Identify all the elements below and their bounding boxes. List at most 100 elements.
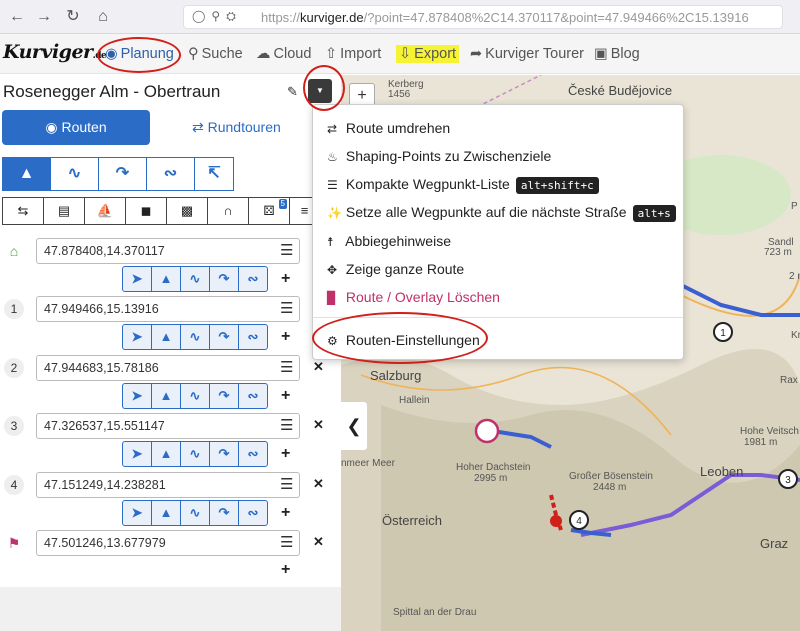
- shaping-icon[interactable]: ➤: [122, 383, 152, 409]
- curvy-1-icon[interactable]: ∿: [180, 266, 210, 292]
- waypoint-input[interactable]: 47.878408,14.370117: [36, 238, 300, 264]
- menu-item-snap-waypoints[interactable]: ✨ Setze alle Wegpunkte auf die nächste S…: [327, 204, 676, 222]
- no-entry-icon: [550, 515, 562, 527]
- route-options-dropdown-button[interactable]: ▼: [308, 79, 332, 103]
- menu-item-route-settings[interactable]: ⚙ Routen-Einstellungen: [327, 332, 480, 348]
- tunnel-icon[interactable]: ∩: [207, 197, 249, 225]
- curvy-1-icon[interactable]: ∿: [180, 441, 210, 467]
- remove-waypoint-icon[interactable]: ✕: [313, 476, 324, 492]
- car-icon[interactable]: ◼: [125, 197, 167, 225]
- nav-import[interactable]: ⇧ Import: [325, 46, 381, 62]
- add-waypoint-button[interactable]: +: [281, 270, 290, 288]
- map-label: 1456: [388, 89, 411, 100]
- dice-icon[interactable]: ⚄ 5: [248, 197, 290, 225]
- tab-rundtouren[interactable]: ⇄ Rundtouren: [192, 119, 281, 136]
- collapse-sidebar-button[interactable]: ❮: [341, 402, 367, 450]
- map-destination-marker[interactable]: [474, 418, 500, 444]
- menu-item-show-route[interactable]: ✥ Zeige ganze Route: [327, 261, 464, 277]
- remove-waypoint-icon[interactable]: ✕: [313, 417, 324, 433]
- unpaved-icon[interactable]: ▩: [166, 197, 208, 225]
- ferry-icon[interactable]: ⛵: [84, 197, 126, 225]
- fastest-route-icon[interactable]: ▲: [151, 266, 181, 292]
- menu-item-reverse-route[interactable]: ⇄ Route umdrehen: [327, 120, 450, 136]
- reload-icon[interactable]: ↻: [62, 6, 84, 28]
- curvy-2-icon[interactable]: ↷: [209, 500, 239, 526]
- add-waypoint-button[interactable]: +: [281, 387, 290, 405]
- menu-item-directions[interactable]: ☨ Abbiegehinweise: [327, 233, 451, 249]
- download-icon: ⇩: [399, 46, 412, 62]
- curvy-3-icon[interactable]: ∾: [238, 324, 268, 350]
- upload-icon: ⇧: [325, 46, 338, 62]
- curvy-2-icon[interactable]: ↷: [209, 441, 239, 467]
- url-text[interactable]: https://kurviger.de/?point=47.878408%2C1…: [261, 10, 779, 25]
- waypoint-input[interactable]: 47.501246,13.677979: [36, 530, 300, 556]
- pencil-icon[interactable]: ✎: [287, 84, 298, 100]
- map-label: Salzburg: [370, 368, 422, 383]
- nav-cloud[interactable]: ☁ Cloud: [256, 46, 311, 62]
- fastest-route-icon[interactable]: ▲: [151, 500, 181, 526]
- waypoint-input[interactable]: 47.944683,15.78186: [36, 355, 300, 381]
- add-waypoint-button[interactable]: +: [281, 445, 290, 463]
- fastest-route-icon[interactable]: ▲: [151, 441, 181, 467]
- waypoint-row: ⌂ 47.878408,14.370117 ☰: [0, 237, 341, 265]
- nav-suche[interactable]: ⚲ Suche: [188, 46, 243, 62]
- drag-handle-icon[interactable]: ☰: [280, 416, 293, 434]
- map-label: České Budějovice: [568, 83, 673, 98]
- shuffle-icon[interactable]: ⇆: [2, 197, 44, 225]
- caret-down-icon: ▼: [316, 86, 324, 95]
- fastest-route-icon[interactable]: ▲: [2, 157, 51, 191]
- shaping-icon[interactable]: ➤: [122, 266, 152, 292]
- waypoint-input[interactable]: 47.151249,14.238281: [36, 472, 300, 498]
- remove-waypoint-icon[interactable]: ✕: [313, 534, 324, 550]
- home-icon[interactable]: ⌂: [92, 6, 114, 28]
- drag-handle-icon[interactable]: ☰: [280, 299, 293, 317]
- waypoint-row: 1 47.949466,15.13916 ☰: [0, 295, 341, 323]
- route-title[interactable]: Rosenegger Alm - Obertraun: [3, 82, 220, 102]
- toll-icon[interactable]: ▤: [43, 197, 85, 225]
- drag-handle-icon[interactable]: ☰: [280, 533, 293, 551]
- nav-export[interactable]: ⇩ Export: [396, 45, 460, 63]
- nav-blog[interactable]: ▣ Blog: [594, 46, 640, 62]
- curvy-1-icon[interactable]: ∿: [50, 157, 99, 191]
- menu-item-compact-list[interactable]: ☰ Kompakte Wegpunkt-Liste alt+shift+c: [327, 176, 599, 194]
- add-waypoint-button[interactable]: +: [281, 328, 290, 346]
- drag-handle-icon[interactable]: ☰: [280, 358, 293, 376]
- map-label: 723 m: [764, 247, 792, 258]
- curvy-2-icon[interactable]: ↷: [209, 266, 239, 292]
- drag-handle-icon[interactable]: ☰: [280, 241, 293, 259]
- forward-arrow-icon[interactable]: →: [33, 6, 55, 28]
- shaping-icon[interactable]: ➤: [122, 324, 152, 350]
- curvy-4-icon[interactable]: ↸: [194, 157, 234, 191]
- menu-item-delete-route[interactable]: ▉ Route / Overlay Löschen: [327, 289, 500, 305]
- drag-handle-icon[interactable]: ☰: [280, 475, 293, 493]
- curvy-1-icon[interactable]: ∿: [180, 324, 210, 350]
- address-bar[interactable]: ◯⚲⛭ https://kurviger.de/?point=47.878408…: [183, 5, 783, 29]
- curvy-2-icon[interactable]: ↷: [209, 383, 239, 409]
- shaping-icon[interactable]: ➤: [122, 500, 152, 526]
- shaping-icon[interactable]: ➤: [122, 441, 152, 467]
- map-label: Österreich: [382, 513, 442, 528]
- fastest-route-icon[interactable]: ▲: [151, 383, 181, 409]
- curvy-1-icon[interactable]: ∿: [180, 383, 210, 409]
- fastest-route-icon[interactable]: ▲: [151, 324, 181, 350]
- nav-kurviger-tourer[interactable]: ➦ Kurviger Tourer: [470, 46, 584, 62]
- menu-item-shaping-points[interactable]: ♨ Shaping-Points zu Zwischenziele: [327, 148, 551, 164]
- remove-waypoint-icon[interactable]: ✕: [313, 359, 324, 375]
- back-arrow-icon[interactable]: ←: [6, 6, 28, 28]
- curvy-3-icon[interactable]: ∾: [238, 266, 268, 292]
- curvy-1-icon[interactable]: ∿: [180, 500, 210, 526]
- nav-planung[interactable]: ◉ Planung: [105, 46, 174, 62]
- add-waypoint-button[interactable]: +: [281, 504, 290, 522]
- add-waypoint-button[interactable]: +: [281, 561, 290, 579]
- curvy-3-icon[interactable]: ∾: [238, 500, 268, 526]
- kurviger-logo[interactable]: Kurviger.de: [3, 41, 107, 63]
- waypoint-input[interactable]: 47.326537,15.551147: [36, 413, 300, 439]
- curvy-3-icon[interactable]: ∾: [238, 383, 268, 409]
- tab-routen[interactable]: ◉ Routen: [2, 110, 150, 145]
- waypoint-input[interactable]: 47.949466,15.13916: [36, 296, 300, 322]
- finish-flag-icon: ⚑: [7, 535, 21, 551]
- curvy-2-icon[interactable]: ↷: [209, 324, 239, 350]
- curvy-2-icon[interactable]: ↷: [98, 157, 147, 191]
- curvy-3-icon[interactable]: ∾: [146, 157, 195, 191]
- curvy-3-icon[interactable]: ∾: [238, 441, 268, 467]
